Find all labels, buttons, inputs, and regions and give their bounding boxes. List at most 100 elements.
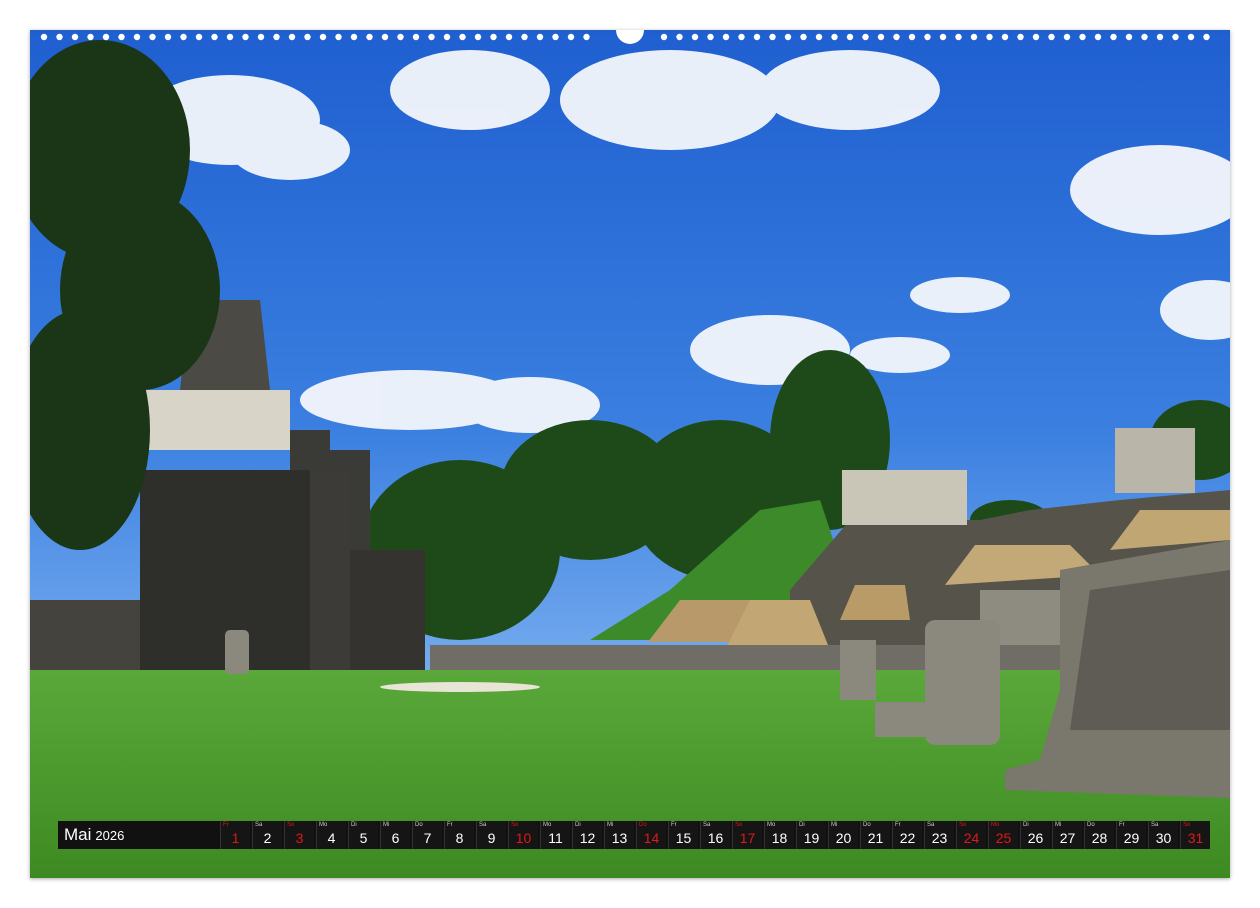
weekday-label: Fr bbox=[223, 822, 229, 828]
calendar-day: Fr 1 bbox=[220, 821, 250, 849]
spiral-binding bbox=[40, 30, 1210, 44]
calendar-day: Mi 6 bbox=[380, 821, 410, 849]
weekday-label: Di bbox=[1023, 822, 1029, 828]
weekday-label: Mo bbox=[319, 822, 328, 828]
calendar-day: Di 5 bbox=[348, 821, 378, 849]
calendar-day: Mi 27 bbox=[1052, 821, 1082, 849]
month-name: Mai bbox=[64, 825, 92, 844]
day-number: 30 bbox=[1155, 830, 1172, 846]
binding-hole bbox=[552, 33, 559, 41]
calendar-day: Fr 8 bbox=[444, 821, 474, 849]
weekday-label: Mo bbox=[991, 822, 1000, 828]
calendar-day: Mo 4 bbox=[316, 821, 346, 849]
day-number: 31 bbox=[1187, 830, 1204, 846]
weekday-label: Do bbox=[863, 822, 871, 828]
binding-hole bbox=[412, 33, 420, 41]
calendar-day: Di 12 bbox=[572, 821, 602, 849]
day-number: 8 bbox=[455, 830, 464, 846]
weekday-label: Sa bbox=[255, 822, 263, 828]
binding-hole bbox=[490, 33, 497, 41]
calendar-day: So 31 bbox=[1180, 821, 1210, 849]
calendar-day: Di 26 bbox=[1020, 821, 1050, 849]
day-number: 5 bbox=[359, 830, 368, 846]
binding-hole bbox=[149, 33, 156, 41]
calendar-day: Sa 2 bbox=[252, 821, 282, 849]
binding-hole bbox=[939, 33, 947, 41]
binding-hole bbox=[831, 33, 838, 41]
weekday-label: Sa bbox=[703, 822, 711, 828]
binding-hole bbox=[474, 33, 482, 41]
day-number: 9 bbox=[487, 830, 496, 846]
calendar-day: Sa 16 bbox=[700, 821, 730, 849]
calendar-day: Do 14 bbox=[636, 821, 666, 849]
calendar-day: Mo 11 bbox=[540, 821, 570, 849]
binding-hole bbox=[319, 33, 327, 41]
weekday-label: Fr bbox=[671, 822, 677, 828]
weekday-label: Mi bbox=[831, 822, 838, 828]
day-number: 28 bbox=[1091, 830, 1108, 846]
weekday-label: Mi bbox=[383, 822, 390, 828]
weekday-label: Sa bbox=[927, 822, 935, 828]
day-number: 13 bbox=[611, 830, 628, 846]
calendar-day: Fr 22 bbox=[892, 821, 922, 849]
binding-hole bbox=[877, 33, 885, 41]
weekday-label: So bbox=[511, 822, 519, 828]
binding-hole bbox=[1203, 33, 1210, 41]
binding-hole bbox=[567, 33, 575, 41]
calendar-day: Sa 23 bbox=[924, 821, 954, 849]
calendar-day: Mi 20 bbox=[828, 821, 858, 849]
binding-hole bbox=[1048, 33, 1055, 41]
binding-hole bbox=[924, 33, 931, 41]
weekday-label: So bbox=[735, 822, 743, 828]
weekday-label: Di bbox=[799, 822, 805, 828]
binding-hole bbox=[722, 33, 730, 41]
day-number: 4 bbox=[327, 830, 336, 846]
binding-hole bbox=[1172, 33, 1179, 41]
binding-hole bbox=[87, 33, 94, 41]
binding-hole bbox=[257, 33, 265, 41]
calendar-day: Do 7 bbox=[412, 821, 442, 849]
day-number: 19 bbox=[803, 830, 820, 846]
binding-hole bbox=[691, 33, 699, 41]
binding-hole bbox=[970, 33, 978, 41]
binding-hole bbox=[164, 33, 172, 41]
binding-hole bbox=[397, 33, 404, 41]
calendar-day: Mo 18 bbox=[764, 821, 794, 849]
binding-hole bbox=[428, 33, 435, 41]
calendar-day: Fr 15 bbox=[668, 821, 698, 849]
day-number: 23 bbox=[931, 830, 948, 846]
weekday-label: Do bbox=[415, 822, 423, 828]
day-number: 29 bbox=[1123, 830, 1140, 846]
binding-hole bbox=[133, 33, 141, 41]
weekday-label: Do bbox=[639, 822, 647, 828]
day-number: 26 bbox=[1027, 830, 1044, 846]
binding-hole bbox=[304, 33, 311, 41]
day-number: 7 bbox=[423, 830, 432, 846]
weekday-label: Di bbox=[575, 822, 581, 828]
binding-hole bbox=[118, 33, 125, 41]
binding-hole bbox=[459, 33, 466, 41]
binding-hole bbox=[1125, 33, 1133, 41]
binding-hole bbox=[1063, 33, 1071, 41]
weekday-label: Mo bbox=[543, 822, 552, 828]
binding-hole bbox=[505, 33, 513, 41]
binding-hole bbox=[1156, 33, 1164, 41]
binding-hole bbox=[226, 33, 234, 41]
binding-hole bbox=[986, 33, 993, 41]
weekday-label: Fr bbox=[447, 822, 453, 828]
binding-hole bbox=[908, 33, 916, 41]
weekday-label: Mi bbox=[607, 822, 614, 828]
weekday-label: Mi bbox=[1055, 822, 1062, 828]
calendar-photo bbox=[30, 30, 1230, 878]
calendar-day: So 3 bbox=[284, 821, 314, 849]
calendar-day: Mo 25 bbox=[988, 821, 1018, 849]
weekday-label: Mo bbox=[767, 822, 776, 828]
weekday-label: Sa bbox=[479, 822, 487, 828]
binding-hole bbox=[1079, 33, 1086, 41]
binding-hole bbox=[536, 33, 544, 41]
binding-hole bbox=[521, 33, 528, 41]
binding-hole bbox=[1141, 33, 1148, 41]
binding-hole bbox=[660, 33, 668, 41]
day-number: 27 bbox=[1059, 830, 1076, 846]
binding-hole bbox=[800, 33, 807, 41]
